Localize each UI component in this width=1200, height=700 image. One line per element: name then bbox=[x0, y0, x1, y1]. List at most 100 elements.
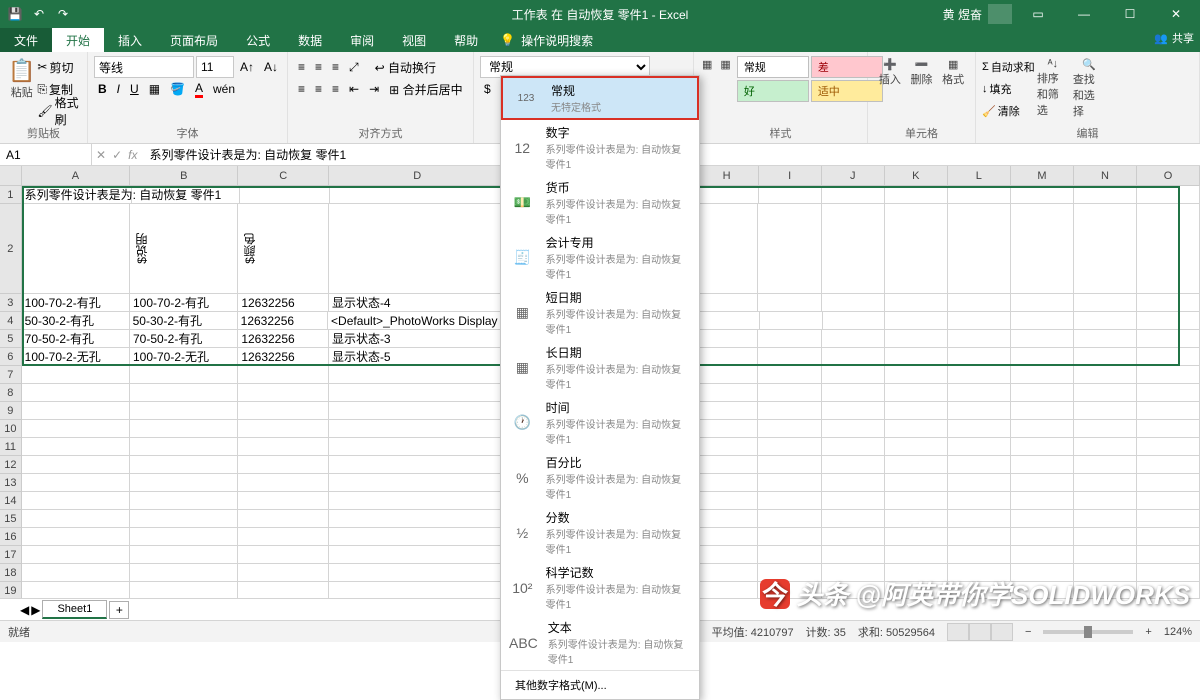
cell[interactable] bbox=[822, 402, 885, 420]
cell[interactable] bbox=[1011, 186, 1074, 204]
row-header[interactable]: 3 bbox=[0, 294, 22, 312]
cell[interactable] bbox=[130, 546, 238, 564]
cell[interactable]: $颜色 bbox=[238, 204, 329, 294]
cell[interactable] bbox=[22, 420, 130, 438]
col-header[interactable]: N bbox=[1074, 166, 1137, 186]
cell[interactable] bbox=[1137, 546, 1200, 564]
cell[interactable] bbox=[759, 186, 822, 204]
cell[interactable] bbox=[1074, 348, 1137, 366]
row-header[interactable]: 6 bbox=[0, 348, 22, 366]
cell[interactable] bbox=[1011, 438, 1074, 456]
cell[interactable] bbox=[1137, 474, 1200, 492]
row-header[interactable]: 16 bbox=[0, 528, 22, 546]
cell[interactable]: 100-70-2-无孔 bbox=[22, 348, 130, 366]
tab-formulas[interactable]: 公式 bbox=[232, 28, 284, 52]
col-header[interactable]: H bbox=[696, 166, 759, 186]
cell[interactable] bbox=[1011, 510, 1074, 528]
cell[interactable] bbox=[695, 204, 758, 294]
font-name-select[interactable] bbox=[94, 56, 194, 78]
cell[interactable] bbox=[329, 510, 506, 528]
sheet-tab[interactable]: Sheet1 bbox=[42, 600, 107, 619]
align-middle-icon[interactable]: ≡ bbox=[311, 57, 326, 77]
cell[interactable] bbox=[822, 330, 885, 348]
cell[interactable] bbox=[130, 438, 238, 456]
cell[interactable] bbox=[695, 348, 758, 366]
next-sheet-icon[interactable]: ▶ bbox=[31, 603, 40, 617]
fill-color-button[interactable]: 🪣 bbox=[166, 79, 189, 99]
cell[interactable] bbox=[695, 456, 758, 474]
col-header[interactable]: J bbox=[822, 166, 885, 186]
align-top-icon[interactable]: ≡ bbox=[294, 57, 309, 77]
cell[interactable] bbox=[1137, 312, 1200, 330]
cell[interactable] bbox=[948, 528, 1011, 546]
cell[interactable] bbox=[948, 312, 1011, 330]
cell[interactable] bbox=[695, 546, 758, 564]
tab-file[interactable]: 文件 bbox=[0, 28, 52, 52]
tell-me-search[interactable]: 💡 操作说明搜索 bbox=[500, 28, 593, 52]
col-header[interactable]: B bbox=[130, 166, 238, 186]
cell[interactable] bbox=[948, 402, 1011, 420]
row-header[interactable]: 13 bbox=[0, 474, 22, 492]
cell[interactable] bbox=[758, 492, 821, 510]
cell[interactable] bbox=[758, 348, 821, 366]
cell[interactable] bbox=[238, 366, 329, 384]
cell[interactable] bbox=[238, 420, 329, 438]
cell[interactable] bbox=[885, 420, 948, 438]
cell[interactable] bbox=[822, 528, 885, 546]
format-cells-button[interactable]: ▦格式 bbox=[937, 56, 969, 89]
cell[interactable] bbox=[885, 384, 948, 402]
cell[interactable] bbox=[885, 348, 948, 366]
sort-filter-button[interactable]: ᴬ↓排序和筛选 bbox=[1035, 56, 1071, 122]
cell[interactable] bbox=[22, 474, 130, 492]
cell[interactable] bbox=[130, 528, 238, 546]
cell[interactable] bbox=[1074, 456, 1137, 474]
cell[interactable] bbox=[695, 366, 758, 384]
cell[interactable] bbox=[758, 204, 821, 294]
cell[interactable] bbox=[885, 312, 948, 330]
redo-icon[interactable]: ↷ bbox=[52, 3, 74, 25]
cell[interactable] bbox=[329, 438, 506, 456]
cell[interactable] bbox=[695, 402, 758, 420]
cell[interactable] bbox=[130, 456, 238, 474]
cell[interactable] bbox=[130, 384, 238, 402]
cell[interactable]: 12632256 bbox=[238, 348, 329, 366]
cell[interactable] bbox=[822, 546, 885, 564]
cell[interactable] bbox=[822, 294, 885, 312]
increase-font-icon[interactable]: A↑ bbox=[236, 57, 258, 77]
cell[interactable] bbox=[22, 564, 130, 582]
cell[interactable] bbox=[329, 204, 506, 294]
cell[interactable] bbox=[885, 492, 948, 510]
underline-button[interactable]: U bbox=[126, 79, 143, 99]
cell[interactable]: 12632256 bbox=[238, 294, 329, 312]
cell[interactable] bbox=[330, 186, 507, 204]
cell[interactable] bbox=[1074, 186, 1137, 204]
tab-insert[interactable]: 插入 bbox=[104, 28, 156, 52]
nf-time[interactable]: 🕐 时间系列零件设计表是为: 自动恢复 零件1 bbox=[501, 395, 699, 450]
cell[interactable] bbox=[758, 294, 821, 312]
cell[interactable] bbox=[22, 402, 130, 420]
cell[interactable] bbox=[238, 402, 329, 420]
cell[interactable] bbox=[1137, 348, 1200, 366]
cell[interactable] bbox=[130, 402, 238, 420]
cell[interactable] bbox=[695, 582, 758, 598]
cell[interactable] bbox=[238, 564, 329, 582]
wrap-text-button[interactable]: ↩ 自动换行 bbox=[375, 59, 436, 76]
cell[interactable]: 70-50-2-有孔 bbox=[22, 330, 130, 348]
cell[interactable] bbox=[1074, 384, 1137, 402]
cell[interactable] bbox=[758, 456, 821, 474]
cell[interactable] bbox=[22, 384, 130, 402]
cell[interactable] bbox=[329, 564, 506, 582]
tab-layout[interactable]: 页面布局 bbox=[156, 28, 232, 52]
cell[interactable] bbox=[948, 348, 1011, 366]
cell[interactable] bbox=[1074, 294, 1137, 312]
cell[interactable] bbox=[22, 204, 130, 294]
cell[interactable] bbox=[1137, 330, 1200, 348]
find-select-button[interactable]: 🔍查找和选择 bbox=[1071, 56, 1107, 122]
cell[interactable] bbox=[1011, 204, 1074, 294]
cell[interactable] bbox=[695, 294, 758, 312]
col-header[interactable]: C bbox=[238, 166, 329, 186]
cell[interactable]: 显示状态-3 bbox=[329, 330, 506, 348]
nf-fraction[interactable]: ½ 分数系列零件设计表是为: 自动恢复 零件1 bbox=[501, 505, 699, 560]
add-sheet-button[interactable]: + bbox=[109, 601, 129, 619]
style-good[interactable]: 好 bbox=[737, 80, 809, 102]
